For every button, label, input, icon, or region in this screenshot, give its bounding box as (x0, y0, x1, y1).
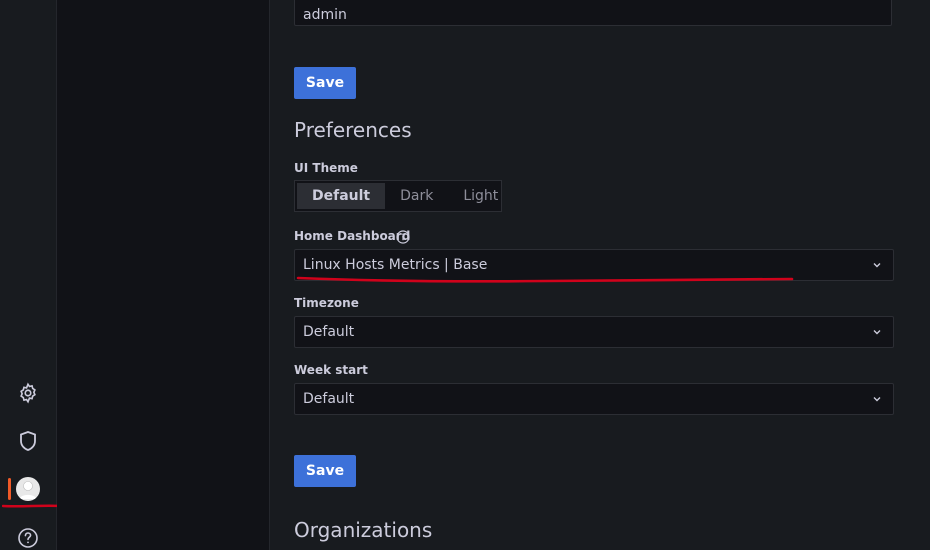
shield-icon[interactable] (16, 429, 40, 453)
timezone-label: Timezone (294, 296, 359, 310)
week-start-value: Default (303, 391, 355, 407)
organizations-title: Organizations (294, 518, 433, 542)
active-indicator (8, 478, 11, 500)
preferences-title: Preferences (294, 118, 412, 142)
ui-theme-label: UI Theme (294, 161, 358, 175)
theme-option-light[interactable]: Light (448, 183, 513, 209)
chevron-down-icon (873, 330, 881, 335)
avatar[interactable] (16, 477, 40, 501)
theme-option-default[interactable]: Default (297, 183, 386, 209)
sub-navigation (57, 0, 270, 550)
gear-icon[interactable] (16, 381, 40, 405)
theme-option-dark[interactable]: Dark (385, 183, 448, 209)
help-icon[interactable] (16, 526, 40, 550)
home-dashboard-label: Home Dashboard (294, 229, 411, 243)
annotation-underline (2, 504, 62, 508)
save-preferences-button[interactable]: Save (294, 455, 356, 487)
login-field[interactable]: admin (294, 0, 892, 26)
timezone-select[interactable]: Default (294, 316, 894, 348)
info-icon[interactable] (396, 230, 410, 244)
save-profile-button[interactable]: Save (294, 67, 356, 99)
week-start-select[interactable]: Default (294, 383, 894, 415)
annotation-underline (296, 276, 794, 283)
ui-theme-radio-group: Default Dark Light (294, 180, 502, 212)
week-start-label: Week start (294, 363, 368, 377)
chevron-down-icon (873, 397, 881, 402)
chevron-down-icon (873, 263, 881, 268)
main-content: admin Save Preferences UI Theme Default … (270, 0, 930, 550)
timezone-value: Default (303, 324, 355, 340)
home-dashboard-value: Linux Hosts Metrics | Base (303, 257, 488, 273)
side-menu (0, 0, 62, 550)
